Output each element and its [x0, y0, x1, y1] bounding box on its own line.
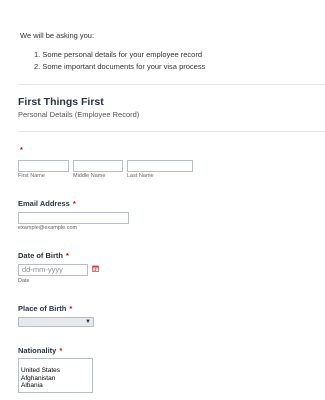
calendar-icon[interactable] — [92, 265, 99, 272]
required-marker: * — [59, 346, 63, 355]
nationality-option[interactable]: Afghanistan — [19, 375, 92, 383]
pob-label-text: Place of Birth — [18, 304, 67, 313]
nationality-label: Nationality * — [18, 346, 62, 355]
nationality-listbox[interactable]: United States Afghanistan Albania — [18, 358, 93, 393]
form-page: We will be asking you: 1. Some personal … — [0, 0, 325, 400]
intro-list: 1. Some personal details for your employ… — [34, 49, 205, 73]
required-marker: * — [66, 251, 69, 260]
name-label: * — [18, 145, 23, 154]
dropdown-arrow-icon: ▼ — [85, 319, 91, 325]
pob-label: Place of Birth * — [18, 304, 72, 313]
last-name-input[interactable] — [127, 160, 193, 172]
dob-label-text: Date of Birth — [18, 251, 63, 260]
section-divider — [18, 84, 325, 85]
email-label-text: Email Address — [18, 199, 70, 208]
nationality-option[interactable]: United States — [19, 367, 92, 375]
dob-sublabel: Date — [18, 278, 30, 284]
section-divider — [18, 131, 325, 132]
last-name-sublabel: Last Name — [127, 173, 154, 179]
email-input[interactable] — [18, 212, 129, 224]
section-subtitle: Personal Details (Employee Record) — [18, 110, 140, 119]
email-label: Email Address * — [18, 199, 76, 208]
middle-name-input[interactable] — [73, 160, 123, 172]
intro-list-item: 2. Some important documents for your vis… — [34, 62, 206, 71]
nationality-label-text: Nationality — [18, 346, 57, 355]
dob-input[interactable]: dd-mm-yyyy — [18, 264, 88, 276]
section-title: First Things First — [18, 96, 104, 108]
intro-text: We will be asking you: — [20, 31, 95, 40]
nationality-option[interactable]: Albania — [19, 382, 92, 390]
middle-name-sublabel: Middle Name — [73, 173, 106, 179]
required-marker: * — [20, 145, 23, 154]
required-marker: * — [69, 304, 73, 313]
pob-select[interactable]: ▼ — [18, 317, 94, 327]
first-name-sublabel: First Name — [18, 173, 45, 179]
required-marker: * — [72, 199, 76, 208]
email-sublabel: example@example.com — [18, 225, 78, 231]
dob-label: Date of Birth * — [18, 251, 69, 260]
intro-list-item: 1. Some personal details for your employ… — [34, 50, 203, 59]
first-name-input[interactable] — [18, 160, 69, 172]
